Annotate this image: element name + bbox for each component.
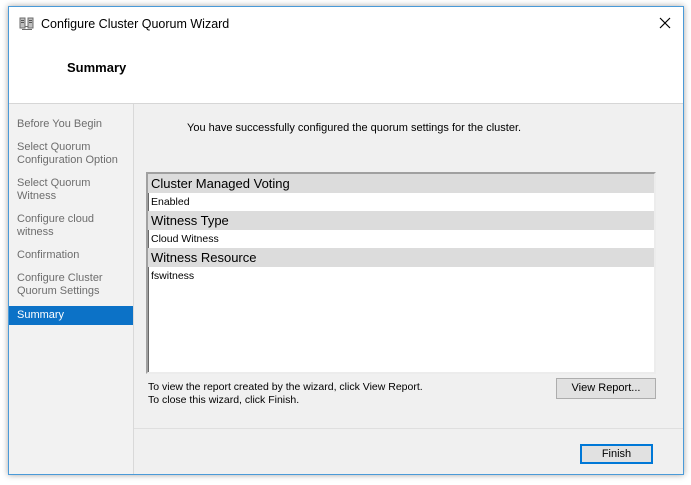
step-select-quorum-witness[interactable]: Select Quorum Witness <box>9 175 133 205</box>
view-report-button[interactable]: View Report... <box>556 378 656 399</box>
wizard-steps-sidebar: Before You Begin Select Quorum Configura… <box>9 104 134 474</box>
help-text-finish: To close this wizard, click Finish. <box>148 394 300 406</box>
wizard-steps-list: Before You Begin Select Quorum Configura… <box>9 116 133 331</box>
wizard-window: Configure Cluster Quorum Wizard Summary … <box>8 6 684 475</box>
step-confirmation[interactable]: Confirmation <box>9 247 133 264</box>
help-text-view-report: To view the report created by the wizard… <box>148 381 423 393</box>
close-button[interactable] <box>647 7 683 39</box>
step-select-quorum-configuration-option[interactable]: Select Quorum Configuration Option <box>9 139 133 169</box>
report-section-value: Enabled <box>151 196 190 208</box>
step-configure-cloud-witness[interactable]: Configure cloud witness <box>9 211 133 241</box>
footer-divider <box>134 428 683 429</box>
report-section-value: fswitness <box>151 270 195 282</box>
cluster-wizard-icon <box>19 17 34 30</box>
window-title: Configure Cluster Quorum Wizard <box>41 17 230 31</box>
report-section-title: Witness Type <box>148 211 654 230</box>
wizard-content: You have successfully configured the quo… <box>134 104 683 474</box>
help-text: To view the report created by the wizard… <box>148 381 423 407</box>
summary-report-box[interactable]: Cluster Managed Voting Enabled Witness T… <box>146 172 656 374</box>
step-configure-cluster-quorum-settings[interactable]: Configure Cluster Quorum Settings <box>9 270 133 300</box>
report-section-value: Cloud Witness <box>151 233 219 245</box>
step-before-you-begin[interactable]: Before You Begin <box>9 116 133 133</box>
step-summary[interactable]: Summary <box>9 306 133 325</box>
wizard-header: Summary <box>9 39 683 104</box>
finish-button[interactable]: Finish <box>580 444 653 464</box>
report-section-title: Witness Resource <box>148 248 654 267</box>
report-section-title: Cluster Managed Voting <box>148 174 654 193</box>
close-icon <box>659 17 671 29</box>
title-bar[interactable]: Configure Cluster Quorum Wizard <box>9 7 683 39</box>
success-message: You have successfully configured the quo… <box>187 122 522 134</box>
page-title: Summary <box>67 60 127 75</box>
